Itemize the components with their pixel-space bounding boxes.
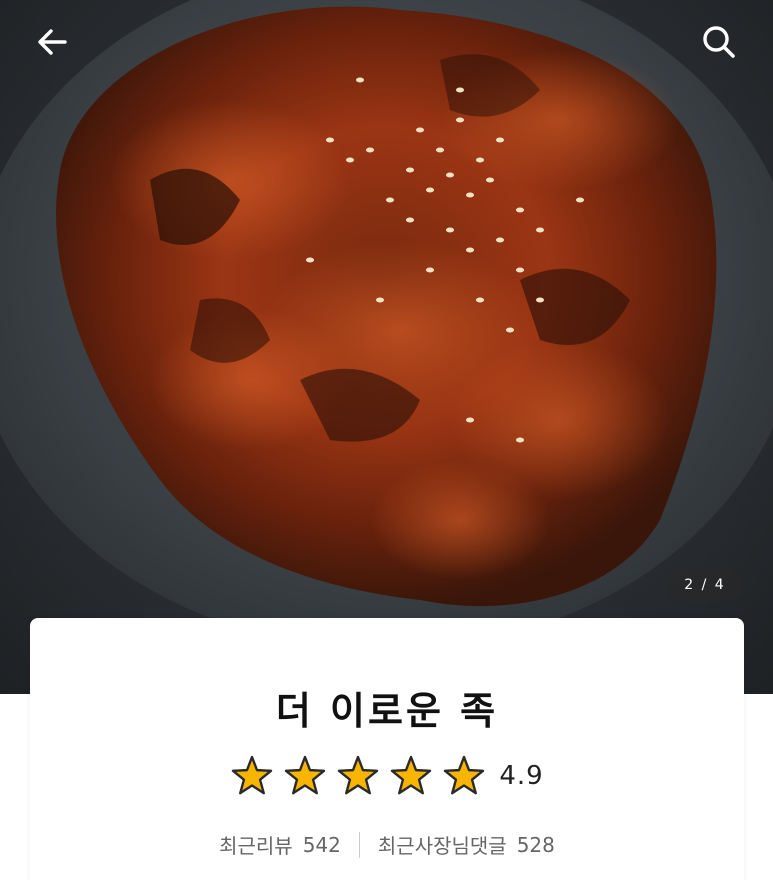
food-photo[interactable]: 2 / 4 [0,0,773,694]
divider [358,831,360,858]
store-info-card: 더 이로운 족 4.9 최근리뷰 542 최근사장님댓글 528 [30,618,744,880]
star-icon [338,755,379,795]
rating-row: 4.9 [30,754,744,798]
search-button[interactable] [695,18,743,66]
owner-comments-label[interactable]: 최근사장님댓글 [378,830,507,859]
star-icon [232,755,273,795]
review-stats: 최근리뷰 542 최근사장님댓글 528 [30,830,744,859]
rating-value: 4.9 [499,761,544,791]
star-rating [230,754,495,798]
search-icon [703,26,735,58]
recent-reviews-label[interactable]: 최근리뷰 [219,830,293,859]
owner-comments-count[interactable]: 528 [517,833,555,857]
food-image [56,6,717,607]
arrow-left-icon [38,29,67,55]
back-button[interactable] [28,18,76,66]
image-pager: 2 / 4 [667,568,743,602]
store-name: 더 이로운 족 [275,689,499,733]
star-icon [285,755,326,795]
recent-reviews-count[interactable]: 542 [303,833,341,857]
star-icon [391,755,432,795]
star-icon [444,755,485,795]
